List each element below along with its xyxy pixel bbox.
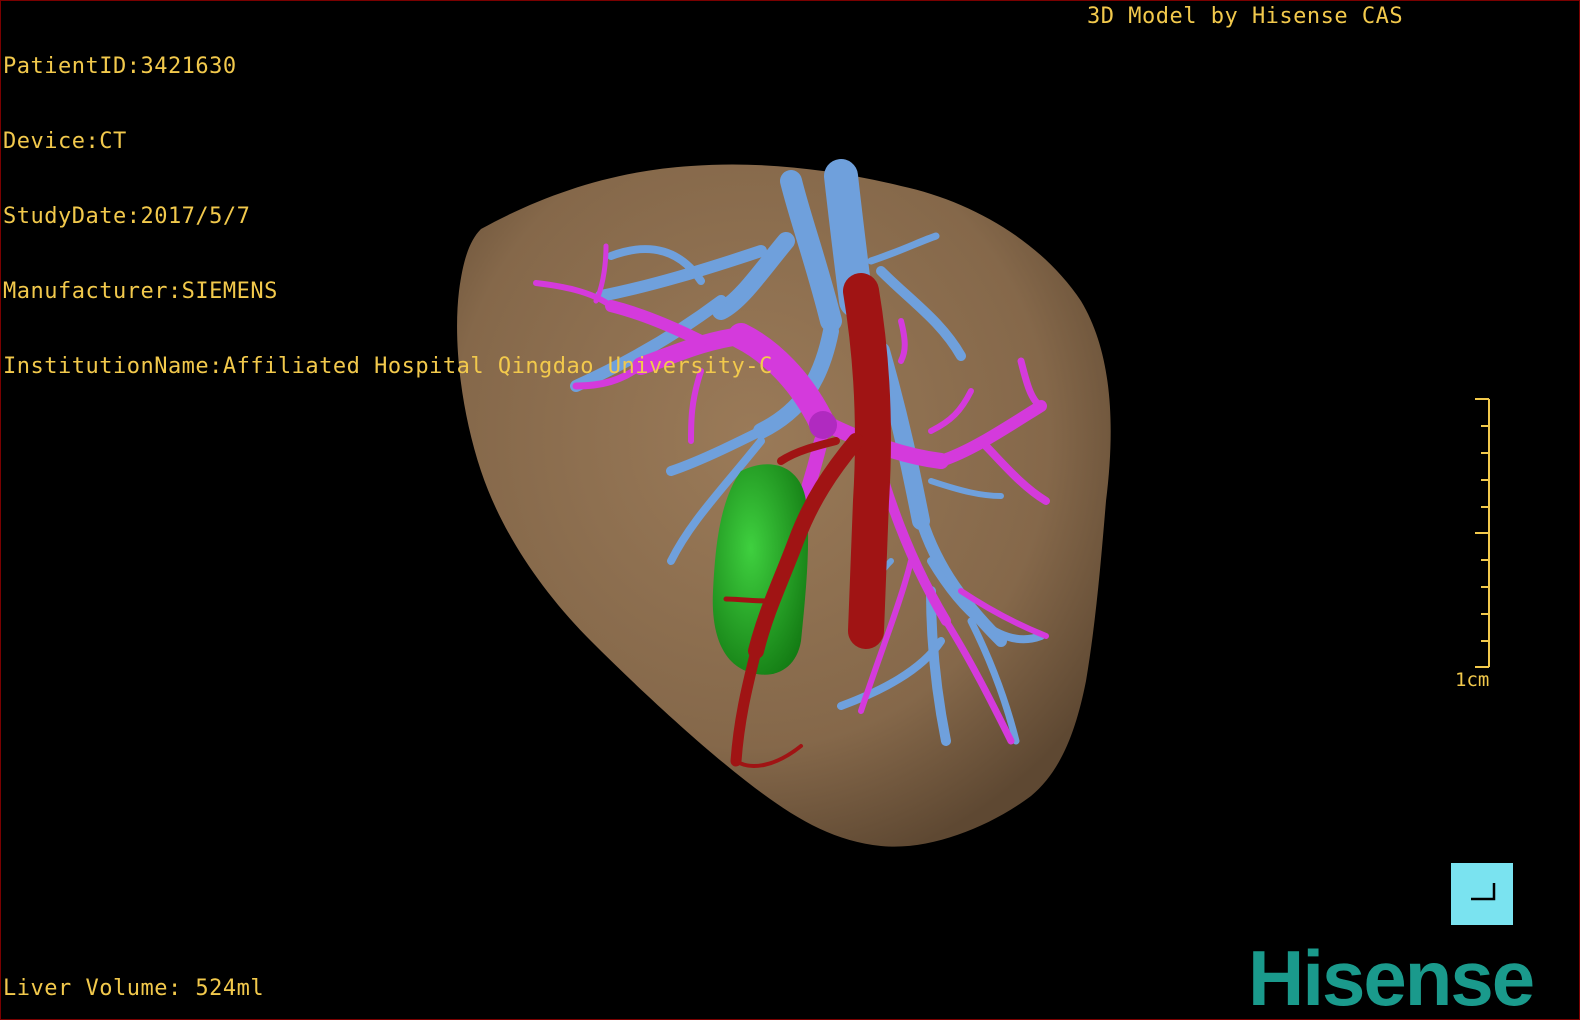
device-text: Device:CT — [3, 129, 127, 154]
institution-text: InstitutionName:Affiliated Hospital Qing… — [3, 354, 773, 379]
hisense-logo: Hisense — [1248, 934, 1535, 1020]
view-toggle-button[interactable] — [1451, 863, 1513, 925]
study-date-text: StudyDate:2017/5/7 — [3, 204, 251, 229]
3d-viewport[interactable]: 1cm PatientID:3421630 Device:CT StudyDat… — [0, 0, 1580, 1020]
manufacturer-text: Manufacturer:SIEMENS — [3, 279, 278, 304]
liver-volume-text: Liver Volume: 524ml — [3, 976, 265, 1001]
patient-id-text: PatientID:3421630 — [3, 54, 237, 79]
portal-confluence — [809, 411, 837, 439]
scale-label: 1cm — [1455, 669, 1490, 691]
patient-info-block: PatientID:3421630 Device:CT StudyDate:20… — [3, 4, 773, 429]
scale-bar — [1475, 398, 1490, 668]
model-credit-text: 3D Model by Hisense CAS — [1087, 4, 1404, 29]
corner-bracket-icon — [1471, 883, 1496, 901]
